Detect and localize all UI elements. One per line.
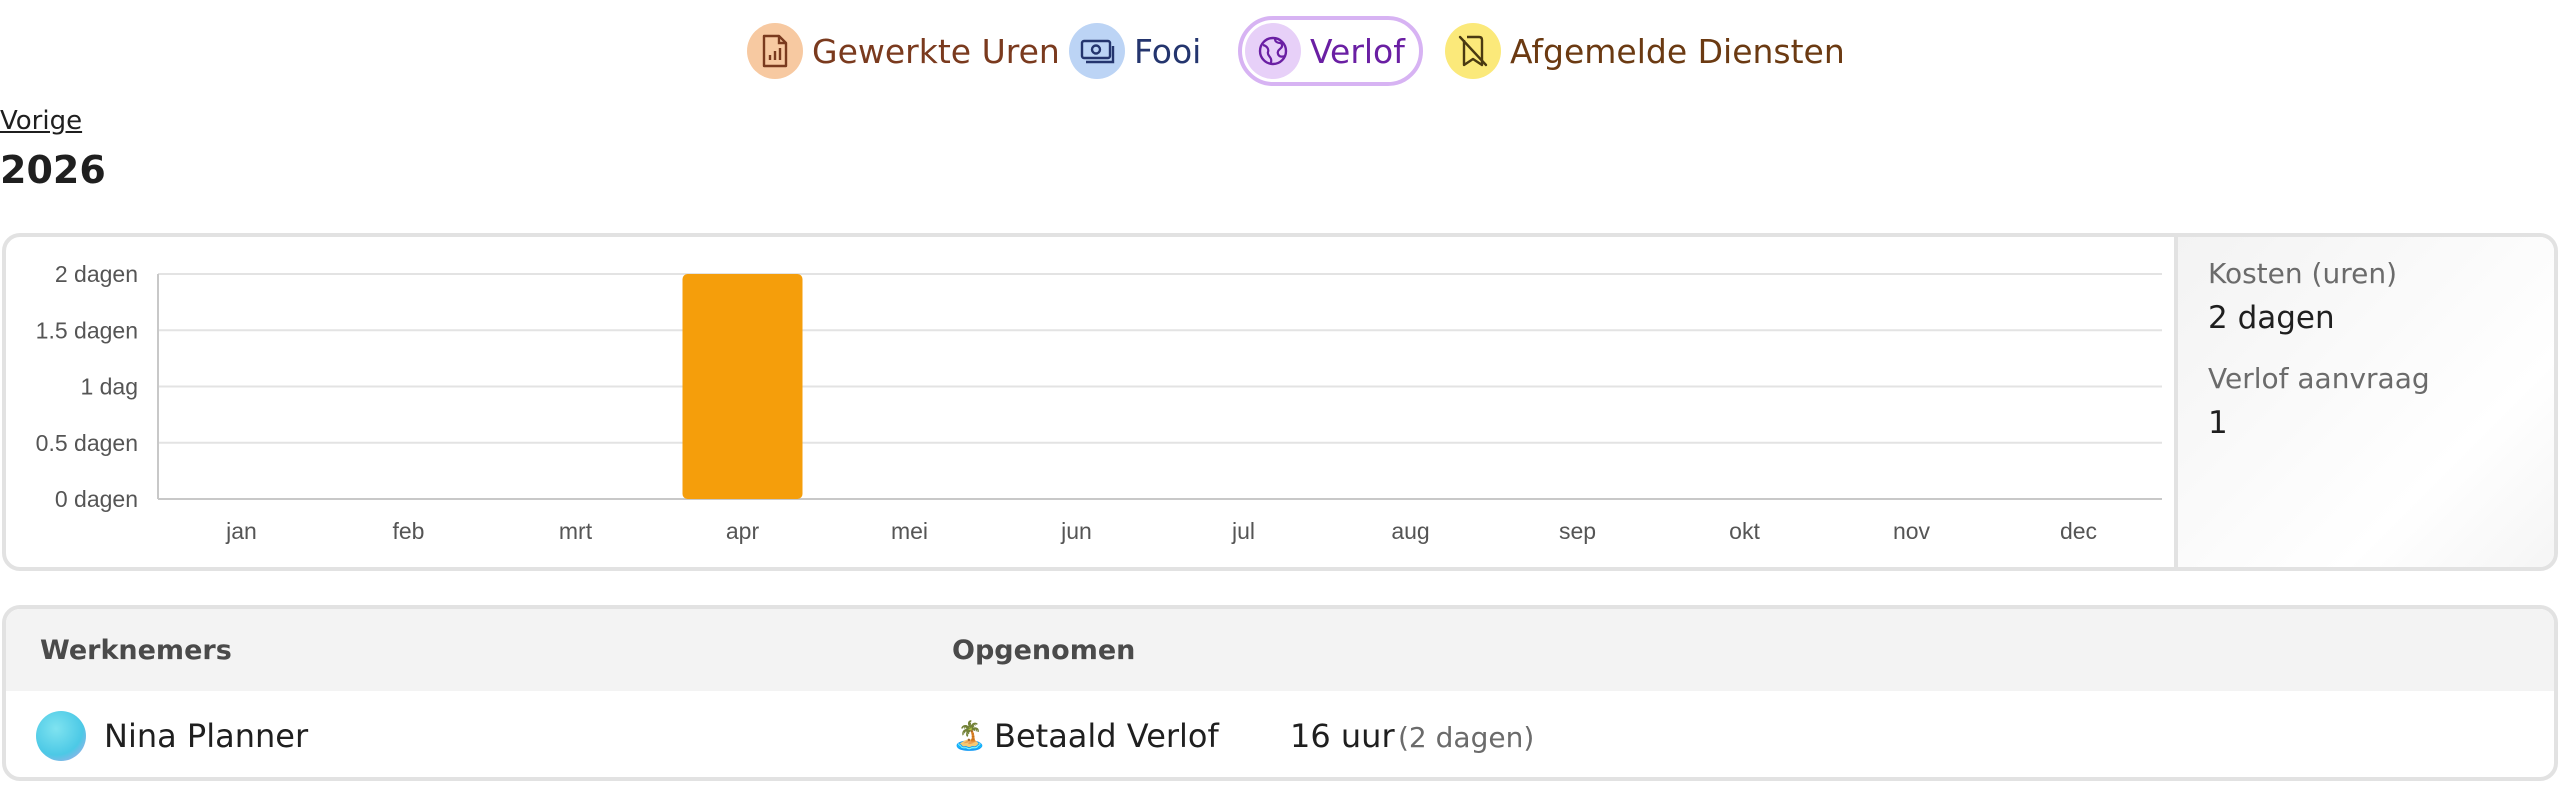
cost-value: 2 dagen [2208,300,2335,336]
tab-label: Verlof [1310,31,1405,71]
bar-chart-svg: 0 dagen 0.5 dagen 1 dag 1.5 dagen 2 dagen jan… [36,261,2162,544]
y-tick-label: 1 dag [80,374,138,400]
leave-days: (2 dagen) [1398,721,1535,754]
x-tick-label: okt [1729,518,1760,544]
x-tick-label: mrt [559,518,593,544]
x-tick-label: dec [2060,518,2097,544]
x-tick-label: mei [891,518,928,544]
y-tick-label: 0 dagen [55,486,138,512]
tab-label: Gewerkte Uren [812,31,1060,71]
requests-value: 1 [2208,405,2228,441]
y-tick-label: 0.5 dagen [36,430,138,456]
employee-name: Nina Planner [104,717,309,755]
summary-panel: Kosten (uren) 2 dagen Verlof aanvraag 1 [2174,237,2554,567]
x-tick-label: sep [1559,518,1596,544]
y-tick-label: 1.5 dagen [36,317,138,343]
chart-card: 0 dagen 0.5 dagen 1 dag 1.5 dagen 2 dagen jan… [2,233,2558,571]
x-tick-label: jan [225,518,257,544]
avatar [36,711,86,761]
tab-bar: Gewerkte Uren Fooi Verlof Afgemelde Dien… [0,16,2560,86]
no-bookmark-icon [1445,23,1501,79]
y-tick-label: 2 dagen [55,261,138,287]
x-tick-label: nov [1893,518,1931,544]
table-row[interactable]: Nina Planner 🏝️ Betaald Verlof 16 uur (2… [6,691,2554,777]
leave-chart: 0 dagen 0.5 dagen 1 dag 1.5 dagen 2 dagen jan… [6,237,2174,567]
employee-table: Werknemers Opgenomen Nina Planner 🏝️ Bet… [2,605,2558,781]
tab-afgemelde-diensten[interactable]: Afgemelde Diensten [1438,16,1845,86]
tab-gewerkte-uren[interactable]: Gewerkte Uren [740,16,1060,86]
x-tick-label: apr [726,518,760,544]
header-employees: Werknemers [40,635,232,666]
x-tick-label: jul [1231,518,1255,544]
report-icon [747,23,803,79]
island-icon: 🏝️ [952,719,987,752]
bar-apr [682,274,803,499]
x-tick-label: jun [1060,518,1092,544]
header-taken: Opgenomen [952,635,1136,666]
requests-label: Verlof aanvraag [2208,362,2430,395]
leave-type: Betaald Verlof [994,717,1219,755]
previous-year-link[interactable]: Vorige [0,106,82,136]
year-title: 2026 [0,148,106,192]
x-tick-label: feb [393,518,425,544]
x-tick-label: aug [1391,518,1429,544]
tab-label: Afgemelde Diensten [1510,31,1845,71]
tab-fooi[interactable]: Fooi [1062,16,1201,86]
tab-label: Fooi [1134,31,1202,71]
tab-verlof[interactable]: Verlof [1238,16,1423,86]
table-header: Werknemers Opgenomen [6,609,2554,691]
globe-icon [1245,23,1301,79]
leave-hours: 16 uur [1290,717,1395,755]
money-icon [1069,23,1125,79]
cost-label: Kosten (uren) [2208,257,2397,290]
